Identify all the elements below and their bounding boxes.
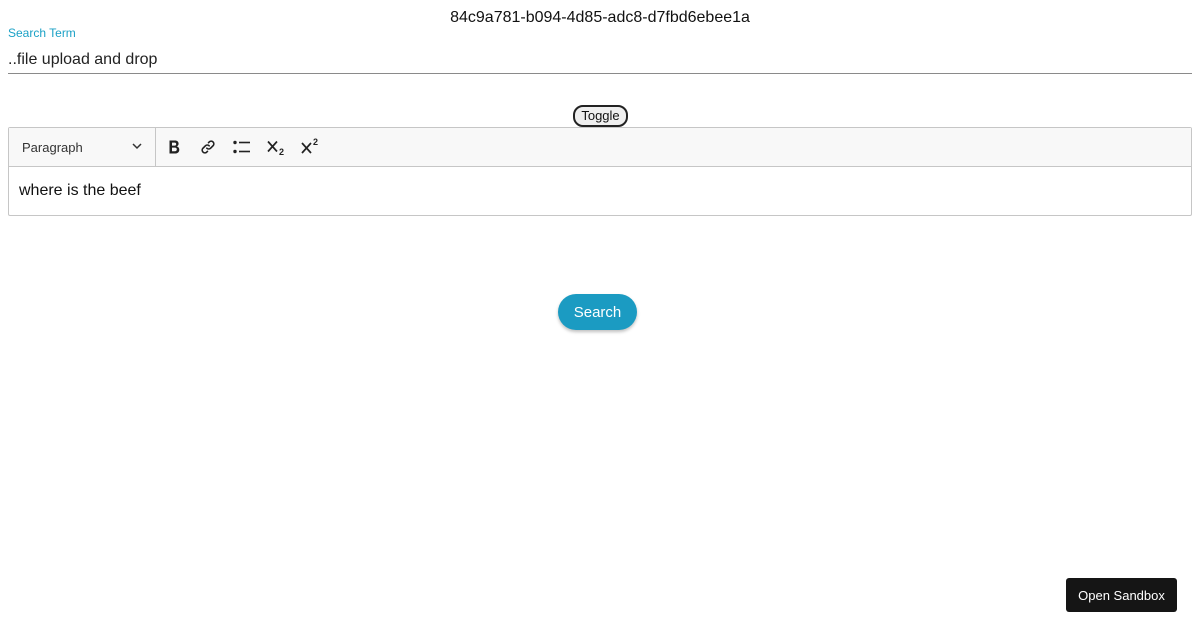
superscript-button[interactable]: 2 xyxy=(293,128,327,166)
heading-dropdown-value: Paragraph xyxy=(22,139,83,155)
bulleted-list-icon xyxy=(232,138,252,156)
heading-dropdown[interactable]: Paragraph xyxy=(9,128,156,166)
subscript-icon: 2 xyxy=(266,138,286,156)
toggle-button[interactable]: Toggle xyxy=(573,105,628,127)
bold-button[interactable] xyxy=(157,128,191,166)
search-term-field: Search Term xyxy=(8,26,1192,74)
open-sandbox-button[interactable]: Open Sandbox xyxy=(1066,578,1177,612)
svg-text:2: 2 xyxy=(313,138,318,147)
link-button[interactable] xyxy=(191,128,225,166)
rich-text-editor: Paragraph 2 2 where is the beef xyxy=(8,127,1192,216)
editor-content[interactable]: where is the beef xyxy=(9,167,1191,215)
bold-icon xyxy=(165,138,183,156)
editor-toolbar: Paragraph 2 2 xyxy=(9,128,1191,167)
page: 84c9a781-b094-4d85-adc8-d7fbd6ebee1a Sea… xyxy=(0,0,1200,630)
superscript-icon: 2 xyxy=(300,138,320,156)
link-icon xyxy=(199,138,217,156)
svg-text:2: 2 xyxy=(279,147,284,156)
bulleted-list-button[interactable] xyxy=(225,128,259,166)
formatting-tools: 2 2 xyxy=(157,128,327,166)
search-term-input[interactable] xyxy=(8,40,1192,74)
search-term-label: Search Term xyxy=(8,26,76,40)
page-id-title: 84c9a781-b094-4d85-adc8-d7fbd6ebee1a xyxy=(450,9,750,26)
chevron-down-icon xyxy=(131,140,143,155)
subscript-button[interactable]: 2 xyxy=(259,128,293,166)
search-button[interactable]: Search xyxy=(558,294,637,330)
